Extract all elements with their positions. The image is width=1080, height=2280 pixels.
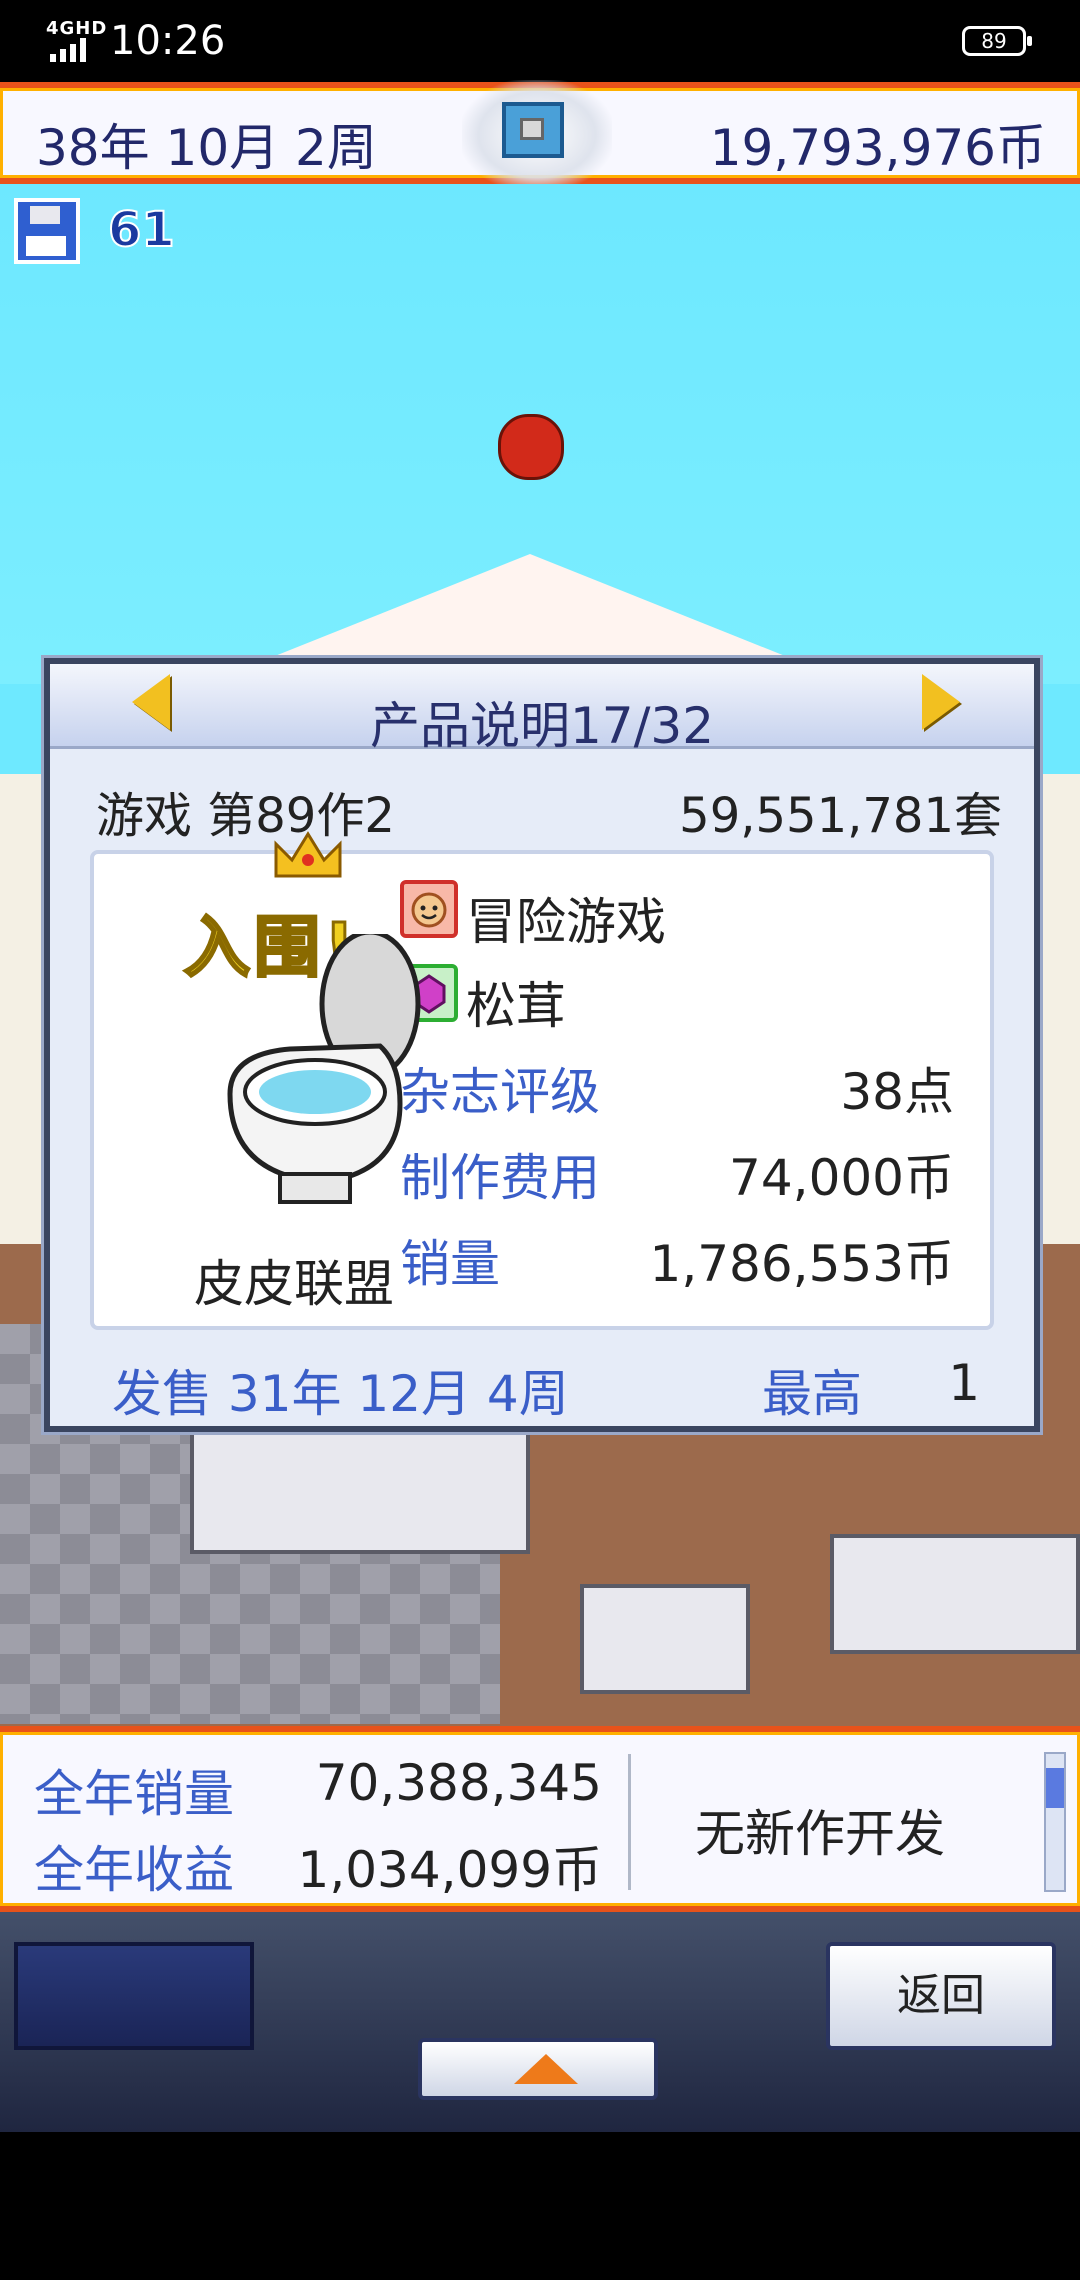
magazine-rating-value: 38点 [840, 1063, 954, 1121]
up-arrow-icon [514, 2054, 578, 2084]
sales-value: 1,786,553币 [649, 1235, 954, 1293]
best-rank-label: 最高 [762, 1365, 862, 1423]
annual-sales-label: 全年销量 [34, 1765, 234, 1823]
annual-stats-panel: 全年销量 70,388,345 全年收益 1,034,099币 无新作开发 [0, 1726, 1080, 1912]
genre-label: 冒险游戏 [466, 893, 666, 951]
battery-icon: 89 [962, 26, 1032, 56]
theme-label: 松茸 [466, 977, 566, 1035]
expand-button[interactable] [418, 2038, 658, 2100]
lantern-decoration [498, 414, 564, 480]
production-cost-value: 74,000币 [729, 1149, 954, 1207]
desk [190, 1424, 530, 1554]
best-rank-value: 1 [948, 1354, 980, 1412]
signal-icon [50, 38, 86, 62]
genre-face-icon [400, 880, 458, 938]
sales-label: 销量 [400, 1235, 500, 1293]
menu-button[interactable] [14, 1942, 254, 2050]
system-nav-area [0, 2132, 1080, 2280]
game-number: 游戏 第89作2 [96, 788, 395, 844]
annual-sales-value: 70,388,345 [315, 1754, 602, 1812]
annual-revenue-value: 1,034,099币 [297, 1841, 602, 1899]
release-date: 发售 31年 12月 4周 [112, 1365, 569, 1423]
toilet-icon [227, 934, 421, 1204]
units-sold: 59,551,781套 [679, 788, 1002, 844]
money-display: 19,793,976币 [709, 119, 1046, 177]
game-title: 皮皮联盟 [194, 1255, 394, 1313]
battery-level: 89 [981, 29, 1007, 53]
save-icon[interactable] [14, 198, 80, 264]
clock: 10:26 [110, 18, 226, 64]
next-arrow-icon[interactable] [922, 674, 960, 730]
camera-icon[interactable] [502, 102, 564, 158]
scrollbar-thumb[interactable] [1046, 1768, 1064, 1808]
game-date: 38年 10月 2周 [36, 119, 377, 177]
top-info-bar: 38年 10月 2周 19,793,976币 [0, 80, 1080, 190]
back-button[interactable]: 返回 [826, 1942, 1056, 2050]
divider [628, 1754, 631, 1890]
crown-icon [274, 831, 342, 878]
product-dialog: 产品说明17/32 游戏 第89作2 59,551,781套 冒险游戏 松茸 杂… [41, 655, 1043, 1435]
annual-revenue-label: 全年收益 [34, 1841, 234, 1899]
save-count: 61 [107, 201, 176, 259]
dev-status: 无新作开发 [695, 1805, 945, 1863]
control-bar: 返回 [0, 1912, 1080, 2132]
shelf [830, 1534, 1080, 1654]
dialog-title: 产品说明17/32 [369, 697, 715, 755]
status-bar: 4GHD 10:26 89 [0, 0, 1080, 82]
desk [580, 1584, 750, 1694]
network-indicator: 4GHD [46, 18, 108, 39]
